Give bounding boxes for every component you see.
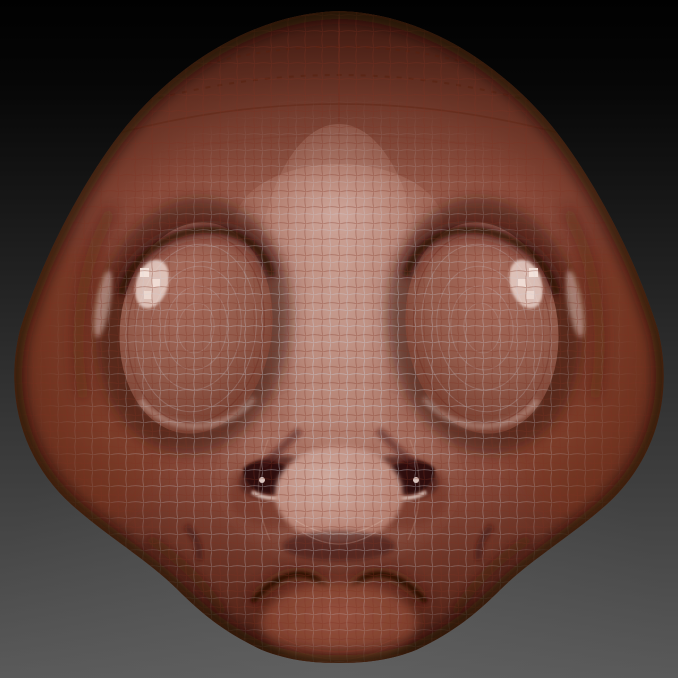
sculpt-viewport[interactable]	[0, 0, 678, 678]
viewport-canvas[interactable]	[0, 0, 678, 678]
